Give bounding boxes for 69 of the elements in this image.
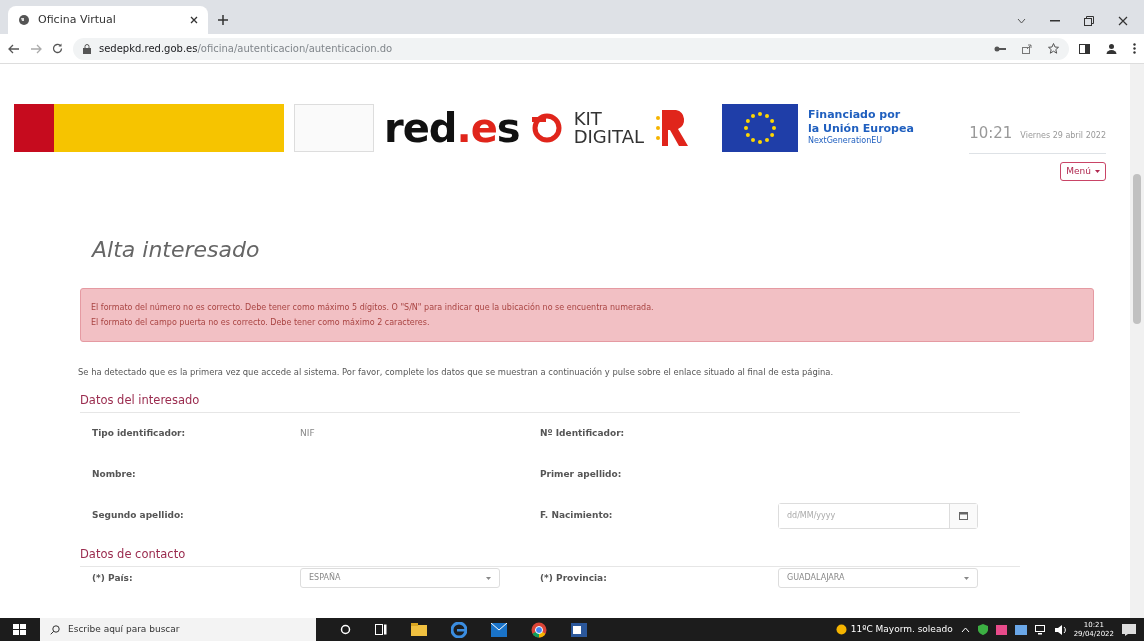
- folder-icon[interactable]: [1014, 624, 1027, 635]
- chevron-down-icon[interactable]: [1017, 18, 1026, 24]
- browser-tab[interactable]: Oficina Virtual: [8, 6, 208, 34]
- speaker-icon[interactable]: [1054, 624, 1066, 635]
- back-arrow-icon[interactable]: [8, 43, 20, 54]
- field-label: (*) Provincia:: [540, 571, 608, 585]
- caret-icon: [486, 577, 491, 580]
- error-message: El formato del número no es correcto. Debe tener como máximo 5 dígitos. O "S/N" para indicar que la ubicación no se encuentra numerada.: [91, 301, 655, 314]
- eu-text: la Unión Europea: [808, 121, 914, 135]
- caret-icon: [1095, 169, 1100, 173]
- profile-icon[interactable]: [1106, 43, 1117, 54]
- minimize-icon[interactable]: [1050, 20, 1060, 22]
- field-label: (*) País:: [91, 571, 134, 585]
- section-title: Datos de contacto: [80, 546, 1020, 568]
- network-icon[interactable]: [1034, 624, 1047, 635]
- field-label: Tipo identificador:: [91, 427, 187, 440]
- star-icon[interactable]: [1048, 43, 1059, 54]
- calendar-icon[interactable]: [959, 511, 968, 521]
- eu-text: NextGenerationEU: [808, 134, 884, 147]
- field-value: NIF: [300, 427, 316, 440]
- select-field[interactable]: ESPAÑA: [300, 568, 500, 589]
- folder-icon[interactable]: [411, 623, 427, 636]
- error-message: El formato del campo puerta no es correcto. Debe tener como máximo 2 caracteres.: [91, 317, 431, 330]
- tab-title: Oficina Virtual: [38, 11, 117, 28]
- section-title: Datos del interesado: [80, 392, 1020, 414]
- more-icon[interactable]: [1133, 43, 1136, 54]
- page-title: Alta interesado: [92, 236, 261, 264]
- notification-icon[interactable]: [1122, 623, 1136, 636]
- app-tray-icon[interactable]: [995, 624, 1007, 635]
- clock-date: Viernes 29 abril 2022: [1020, 130, 1106, 142]
- restore-icon[interactable]: [1084, 16, 1094, 26]
- share-icon[interactable]: [1022, 43, 1032, 54]
- url-text: sedepkd.red.gob.es/oficina/autenticacion/autenticacion.do: [99, 42, 393, 56]
- search-icon: [50, 624, 60, 635]
- cortana-icon[interactable]: [340, 624, 351, 635]
- close-icon[interactable]: [190, 16, 198, 24]
- recovery-plan-logo-icon: [654, 107, 688, 148]
- taskbar-search[interactable]: Escribe aquí para buscar: [40, 618, 316, 641]
- security-shield-icon[interactable]: [977, 624, 988, 635]
- redes-logo: red.es: [384, 103, 520, 153]
- lock-icon: [83, 43, 91, 54]
- select-field[interactable]: GUADALAJARA: [778, 568, 978, 589]
- field-label: Nº Identificador:: [540, 427, 626, 440]
- chrome-icon[interactable]: [531, 621, 547, 638]
- task-view-icon[interactable]: [375, 624, 387, 635]
- weather-text[interactable]: 11ºC Mayorm. soleado: [850, 622, 953, 637]
- kit-digital-logo-icon: [529, 112, 564, 143]
- new-tab-icon[interactable]: [218, 15, 228, 25]
- close-icon[interactable]: [1118, 16, 1128, 26]
- field-label: Primer apellido:: [540, 468, 623, 481]
- caret-icon: [964, 577, 969, 580]
- address-bar[interactable]: sedepkd.red.gob.es/oficina/autenticacion/autenticacion.do: [73, 37, 1069, 60]
- key-icon[interactable]: [994, 44, 1006, 53]
- reload-icon[interactable]: [52, 43, 63, 54]
- sun-icon: [835, 624, 847, 635]
- clock-time: 10:21: [969, 123, 1013, 144]
- kit-label: KIT: [573, 109, 603, 128]
- digital-label: DIGITAL: [573, 127, 644, 146]
- date-field[interactable]: dd/MM/yyyy: [778, 502, 978, 529]
- scrollbar[interactable]: [1130, 64, 1144, 618]
- intro-text: Se ha detectado que es la primera vez que accede al sistema. Por favor, complete los datos que se muestran a continuación y pulse sobre el enlace situado al final de esta página.: [78, 366, 835, 379]
- chevron-up-icon[interactable]: [960, 626, 970, 633]
- mail-icon[interactable]: [491, 622, 507, 637]
- field-label: Segundo apellido:: [91, 509, 185, 522]
- field-label: Nombre:: [91, 468, 137, 481]
- menu-button[interactable]: Menú: [1060, 161, 1106, 181]
- field-label: F. Nacimiento:: [540, 509, 614, 522]
- eu-text: Financiado por: [808, 108, 902, 122]
- sidebar-icon[interactable]: [1079, 43, 1090, 54]
